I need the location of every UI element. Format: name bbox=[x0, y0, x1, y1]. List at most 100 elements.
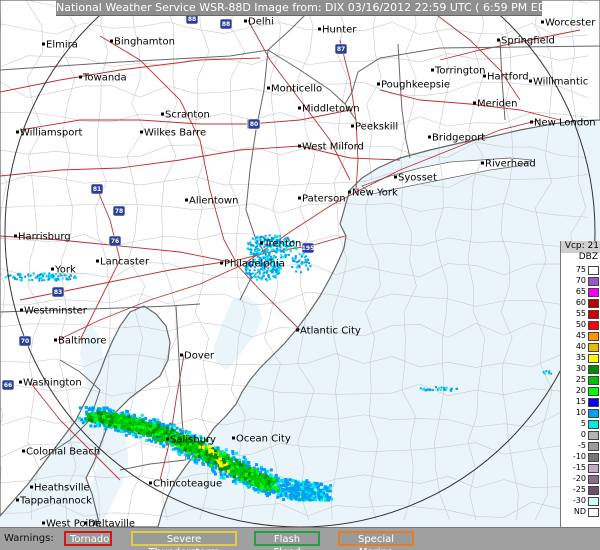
radar-map[interactable]: 888788908480817876195837066 ElmiraBingha… bbox=[0, 0, 600, 527]
echo-pixel bbox=[36, 274, 39, 277]
echo-pixel bbox=[219, 454, 223, 458]
echo-pixel bbox=[48, 273, 51, 276]
echo-pixel bbox=[257, 485, 260, 488]
echo-pixel bbox=[258, 476, 262, 480]
echo-pixel bbox=[249, 252, 252, 255]
echo-pixel bbox=[248, 248, 251, 251]
echo-pixel bbox=[55, 279, 58, 282]
legend-entry: 55 bbox=[561, 309, 600, 319]
echo-pixel bbox=[256, 467, 260, 471]
echo-pixel bbox=[93, 424, 97, 428]
echo-pixel bbox=[108, 423, 112, 427]
echo-pixel bbox=[247, 461, 251, 464]
echo-pixel bbox=[152, 436, 155, 440]
echo-pixel bbox=[235, 451, 239, 455]
echo-pixel bbox=[285, 249, 288, 252]
city-marker: Middletown bbox=[298, 104, 360, 115]
echo-pixel bbox=[116, 415, 119, 419]
echo-pixel bbox=[250, 469, 254, 473]
city-label: Chincoteague bbox=[153, 479, 222, 490]
warning-flash-flood-button[interactable]: Flash Flood bbox=[254, 531, 320, 550]
echo-pixel bbox=[127, 415, 131, 419]
echo-pixel bbox=[48, 278, 51, 281]
echo-pixel bbox=[201, 461, 205, 465]
legend-color-swatch bbox=[588, 442, 599, 451]
echo-pixel bbox=[191, 457, 194, 461]
echo-pixel bbox=[216, 446, 220, 450]
city-label: Washington bbox=[23, 378, 82, 389]
echo-pixel bbox=[445, 386, 448, 389]
legend-color-swatch bbox=[588, 299, 599, 308]
echo-pixel bbox=[297, 487, 301, 491]
echo-pixel bbox=[311, 494, 315, 498]
echo-pixel bbox=[206, 445, 210, 449]
legend-color-swatch bbox=[588, 277, 599, 286]
echo-pixel bbox=[298, 253, 301, 256]
echo-pixel bbox=[167, 430, 171, 433]
echo-pixel bbox=[291, 256, 294, 259]
echo-pixel bbox=[69, 278, 72, 281]
city-label: Allentown bbox=[189, 196, 238, 207]
legend-color-swatch bbox=[588, 321, 599, 330]
legend-entry-label: ND bbox=[573, 507, 586, 516]
legend-color-swatch bbox=[588, 310, 599, 319]
echo-pixel bbox=[289, 496, 293, 500]
echo-pixel bbox=[298, 259, 301, 262]
echo-pixel bbox=[291, 266, 294, 268]
echo-pixel bbox=[109, 414, 113, 418]
echo-pixel bbox=[68, 276, 71, 279]
echo-pixel bbox=[291, 479, 295, 483]
echo-pixel bbox=[162, 444, 166, 448]
echo-pixel bbox=[250, 243, 252, 246]
echo-pixel bbox=[326, 489, 330, 493]
echo-pixel bbox=[288, 493, 292, 497]
echo-pixel bbox=[261, 473, 264, 477]
echo-pixel bbox=[210, 458, 214, 461]
warning-tornado-button[interactable]: Tornado bbox=[64, 531, 112, 546]
echo-pixel bbox=[172, 424, 176, 428]
echo-pixel bbox=[262, 252, 265, 255]
echo-pixel bbox=[284, 480, 288, 484]
city-label: Springfield bbox=[501, 36, 555, 47]
echo-pixel bbox=[133, 413, 136, 417]
warning-special-marine-button[interactable]: Special Marine bbox=[338, 531, 414, 550]
echo-pixel bbox=[305, 255, 307, 258]
legend-entry-label: 15 bbox=[575, 397, 586, 406]
legend-color-swatch bbox=[588, 453, 599, 462]
echo-pixel bbox=[255, 278, 258, 281]
echo-pixel bbox=[255, 236, 258, 239]
legend-entry: -30 bbox=[561, 496, 600, 506]
echo-pixel bbox=[264, 492, 268, 496]
echo-pixel bbox=[283, 250, 285, 253]
echo-pixel bbox=[148, 427, 152, 431]
warning-severe-thunderstorm-button[interactable]: Severe Thunderstorm bbox=[131, 531, 237, 550]
echo-pixel bbox=[295, 270, 298, 273]
echo-pixel bbox=[135, 429, 139, 433]
echo-pixel bbox=[157, 432, 161, 436]
echo-pixel bbox=[549, 372, 552, 375]
echo-pixel bbox=[191, 450, 195, 453]
echo-pixel bbox=[438, 387, 440, 390]
legend-entry: ND bbox=[561, 507, 600, 517]
echo-pixel bbox=[278, 478, 282, 482]
echo-pixel bbox=[268, 252, 271, 255]
city-label: Elmira bbox=[46, 40, 78, 51]
city-marker: Westminster bbox=[20, 306, 88, 317]
echo-pixel bbox=[157, 423, 161, 427]
echo-pixel bbox=[104, 419, 108, 423]
echo-pixel bbox=[289, 489, 293, 493]
echo-pixel bbox=[268, 485, 272, 489]
echo-pixel bbox=[301, 261, 304, 264]
echo-pixel bbox=[313, 485, 317, 489]
city-label: Hartford bbox=[487, 72, 529, 83]
echo-pixel bbox=[154, 428, 158, 431]
echo-pixel bbox=[197, 458, 201, 462]
legend-color-swatch bbox=[588, 365, 599, 374]
echo-pixel bbox=[14, 277, 16, 280]
echo-pixel bbox=[264, 234, 267, 237]
echo-pixel bbox=[78, 406, 82, 410]
echo-pixel bbox=[328, 496, 332, 500]
echo-pixel bbox=[138, 419, 142, 423]
city-label: Deltaville bbox=[88, 519, 135, 528]
echo-pixel bbox=[253, 477, 257, 480]
